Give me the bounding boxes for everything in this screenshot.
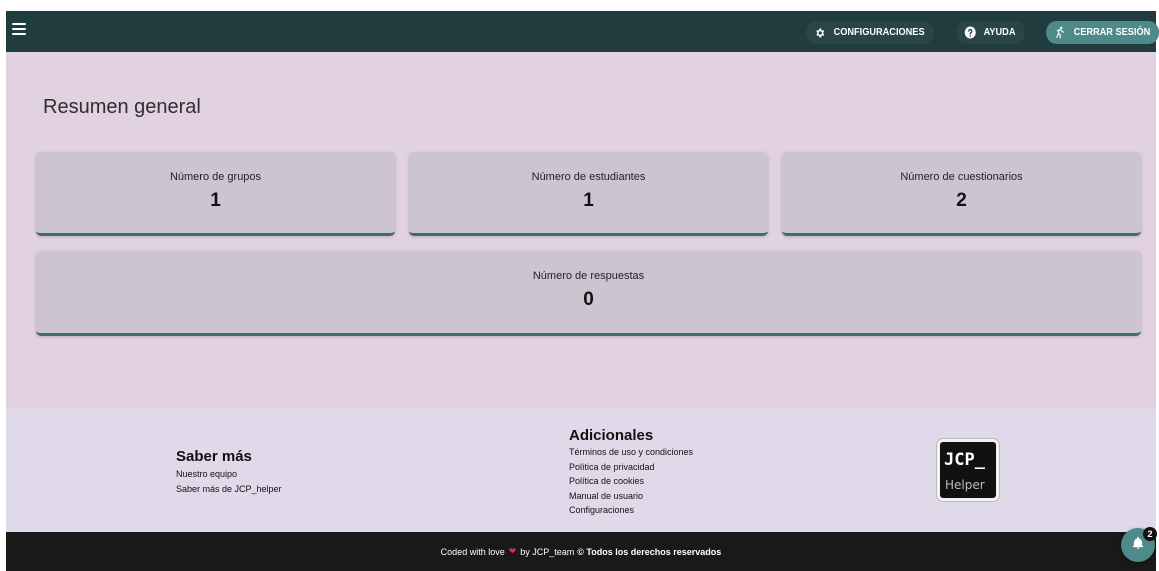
groups-count-card: Número de grupos 1	[36, 152, 395, 236]
copyright-bar: Coded with love ❤ by JCP_team © Todos lo…	[6, 532, 1156, 571]
configurations-label: CONFIGURACIONES	[833, 27, 925, 38]
coded-with-love-text: Coded with love	[440, 546, 505, 557]
card-value: 1	[583, 190, 594, 211]
footer-link-our-team[interactable]: Nuestro equipo	[176, 467, 282, 482]
help-icon	[963, 26, 976, 40]
footer-additional-title: Adicionales	[569, 427, 654, 444]
students-count-card: Número de estudiantes 1	[409, 152, 768, 236]
configurations-button[interactable]: CONFIGURACIONES	[806, 21, 934, 44]
copyright-text: © Todos los derechos reservados	[577, 546, 722, 557]
footer-link-manual[interactable]: Manual de usuario	[569, 489, 693, 504]
logout-button[interactable]: CERRAR SESIÓN	[1046, 21, 1159, 44]
footer-additional: Adicionales Términos de uso y condicione…	[569, 427, 693, 518]
card-label: Número de respuestas	[532, 270, 645, 282]
card-label: Número de estudiantes	[531, 171, 646, 183]
team-credit-text: by JCP_team	[520, 546, 575, 557]
footer-link-terms[interactable]: Términos de uso y condiciones	[569, 445, 693, 460]
gear-icon	[813, 26, 826, 40]
footer-learn-more: Saber más Nuestro equipo Saber más de JC…	[176, 448, 282, 496]
notifications-button[interactable]: 2	[1121, 527, 1157, 562]
page-title: Resumen general	[43, 96, 201, 118]
logo-line-1: JCP_	[944, 450, 985, 470]
jcp-helper-logo: JCP_ Helper	[937, 439, 999, 501]
notification-count-badge: 2	[1143, 527, 1157, 541]
site-footer: Saber más Nuestro equipo Saber más de JC…	[6, 409, 1156, 532]
quizzes-count-card: Número de cuestionarios 2	[782, 152, 1141, 236]
footer-link-cookies[interactable]: Política de cookies	[569, 474, 693, 489]
help-button[interactable]: AYUDA	[956, 21, 1025, 44]
help-label: AYUDA	[983, 27, 1016, 38]
footer-link-privacy[interactable]: Política de privacidad	[569, 460, 693, 475]
card-value: 1	[210, 190, 221, 211]
footer-link-settings[interactable]: Configuraciones	[569, 503, 693, 518]
dashboard-main: Resumen general Número de grupos 1 Númer…	[6, 52, 1156, 409]
footer-link-about-jcp[interactable]: Saber más de JCP_helper	[176, 482, 282, 497]
logo-line-2: Helper	[945, 478, 985, 492]
menu-icon[interactable]	[12, 23, 26, 39]
top-app-bar: CONFIGURACIONES AYUDA CERRAR SESIÓN	[6, 11, 1159, 52]
card-label: Número de grupos	[169, 171, 262, 183]
running-person-icon	[1053, 26, 1066, 40]
bell-icon	[1131, 536, 1145, 555]
footer-learn-more-title: Saber más	[176, 448, 252, 465]
card-value: 0	[583, 289, 594, 310]
card-value: 2	[956, 190, 967, 211]
logout-label: CERRAR SESIÓN	[1073, 27, 1151, 38]
heart-icon: ❤	[508, 546, 517, 556]
card-label: Número de cuestionarios	[900, 171, 1023, 183]
answers-count-card: Número de respuestas 0	[36, 251, 1141, 336]
